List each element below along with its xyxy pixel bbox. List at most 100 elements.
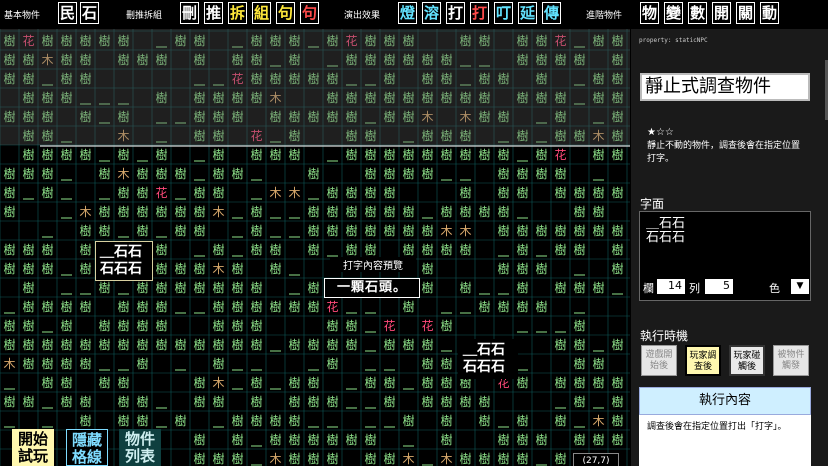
tree-tile: 樹: [22, 243, 34, 257]
tree-tile: 樹: [3, 319, 15, 333]
tree-tile: 樹: [459, 243, 471, 257]
tool-button-delay[interactable]: 延: [518, 2, 537, 24]
tree-tile: 樹: [22, 300, 34, 314]
tree-tile: 樹: [307, 433, 319, 447]
tool-button-dissolve[interactable]: 溶: [422, 2, 441, 24]
tree-tile: 樹: [364, 148, 376, 162]
tool-button-split[interactable]: 拆: [228, 2, 247, 24]
tree-tile: 樹: [174, 414, 186, 428]
tree-tile: 樹: [212, 243, 224, 257]
tree-tile: 樹: [516, 281, 528, 295]
tree-tile: 樹: [383, 186, 395, 200]
tree-tile: 樹: [3, 186, 15, 200]
tree-tile: 樹: [231, 262, 243, 276]
tool-button-ding[interactable]: 叮: [494, 2, 513, 24]
rock-row: ＿石石: [463, 342, 505, 358]
group-label-edit: 刪推拆組: [126, 11, 163, 21]
tree-tile: 樹: [250, 243, 262, 257]
tool-button-number[interactable]: 數: [688, 2, 707, 24]
hide-grid-button[interactable]: 隱藏 格線: [66, 429, 108, 466]
tool-button-move[interactable]: 動: [760, 2, 779, 24]
tree-tile: 樹: [592, 376, 604, 390]
trigger-game-start[interactable]: 遊戲開 始後: [641, 345, 677, 376]
tree-tile: 樹: [212, 357, 224, 371]
start-playtest-button[interactable]: 開始 試玩: [12, 429, 54, 466]
game-board[interactable]: 樹花樹樹樹樹樹樹樹樹樹樹樹花樹樹樹樹樹樹樹花樹樹樹樹木樹樹樹樹樹樹樹樹樹樹樹樹樹…: [0, 29, 630, 466]
tool-button-transfer[interactable]: 傳: [542, 2, 561, 24]
tree-tile: 樹: [307, 376, 319, 390]
tree-tile: 樹: [592, 148, 604, 162]
tree-tile: 樹: [402, 338, 414, 352]
tool-button-light[interactable]: 燈: [398, 2, 417, 24]
tree-tile: 樹: [573, 357, 585, 371]
object-list-button[interactable]: 物件 列表: [119, 429, 161, 466]
tool-button-min[interactable]: 民: [58, 2, 77, 24]
tool-button-close[interactable]: 關: [736, 2, 755, 24]
tool-button-type[interactable]: 打: [446, 2, 465, 24]
wood-tile: 木: [117, 167, 129, 181]
tree-tile: 樹: [22, 167, 34, 181]
tree-tile: 樹: [383, 167, 395, 181]
tree-tile: 樹: [326, 205, 338, 219]
color-select[interactable]: ▼: [791, 279, 809, 294]
tool-button-type-red[interactable]: 打: [470, 2, 489, 24]
tool-button-push[interactable]: 推: [204, 2, 223, 24]
trigger-player-touch[interactable]: 玩家碰 觸後: [729, 345, 765, 376]
tool-button-sentence[interactable]: 句: [276, 2, 295, 24]
tree-tile: 樹: [174, 167, 186, 181]
tree-tile: 樹: [136, 167, 148, 181]
tree-tile: 樹: [440, 357, 452, 371]
tree-tile: 樹: [421, 224, 433, 238]
tool-button-combine[interactable]: 組: [252, 2, 271, 24]
tree-tile: 樹: [212, 300, 224, 314]
tree-tile: 樹: [193, 452, 205, 466]
tree-tile: 樹: [573, 319, 585, 333]
tool-button-delete[interactable]: 刪: [180, 2, 199, 24]
tree-tile: 樹: [383, 205, 395, 219]
trigger-by-object[interactable]: 被物件 觸發: [773, 345, 809, 376]
tool-button-variable[interactable]: 變: [664, 2, 683, 24]
tree-tile: 樹: [60, 376, 72, 390]
tool-button-open[interactable]: 開: [712, 2, 731, 24]
tree-tile: 樹: [250, 281, 262, 295]
tool-button-sentence-red[interactable]: 句: [300, 2, 319, 24]
tree-tile: 樹: [307, 205, 319, 219]
tree-tile: 樹: [497, 262, 509, 276]
tree-tile: 樹: [440, 395, 452, 409]
tree-tile: 樹: [611, 376, 623, 390]
tree-tile: 樹: [402, 224, 414, 238]
tree-tile: 樹: [231, 452, 243, 466]
tree-tile: 樹: [516, 243, 528, 257]
rock-block-left[interactable]: ＿石石 石石石: [95, 241, 153, 281]
tree-tile: 樹: [155, 338, 167, 352]
tree-tile: 樹: [516, 167, 528, 181]
tool-button-object[interactable]: 物: [640, 2, 659, 24]
tree-tile: 樹: [516, 452, 528, 466]
tree-tile: 樹: [250, 338, 262, 352]
glyph-line-1: ＿石石: [646, 216, 686, 231]
tree-tile: 樹: [478, 395, 490, 409]
tool-button-rock[interactable]: 石: [80, 2, 99, 24]
tree-tile: 樹: [288, 338, 300, 352]
tree-tile: 樹: [212, 319, 224, 333]
tree-tile: 樹: [459, 281, 471, 295]
tree-tile: 樹: [345, 319, 357, 333]
tree-tile: 樹: [516, 262, 528, 276]
typing-preview-title: 打字內容預覽: [330, 257, 416, 272]
tree-tile: 樹: [440, 319, 452, 333]
tree-tile: 樹: [611, 186, 623, 200]
column-input[interactable]: 14: [657, 279, 685, 294]
row-label: 列: [689, 282, 700, 295]
tree-tile: 樹: [79, 414, 91, 428]
trigger-player-investigate[interactable]: 玩家調 查後: [685, 345, 721, 376]
object-type-title: 靜止式調查物件: [640, 73, 810, 101]
row-input[interactable]: 5: [705, 279, 733, 294]
tree-tile: 樹: [364, 376, 376, 390]
rock-block-right[interactable]: ＿石石 石石石: [458, 339, 518, 379]
tree-tile: 樹: [516, 300, 528, 314]
glyph-line-2: 石石石: [646, 230, 686, 245]
tree-tile: 樹: [307, 243, 319, 257]
tree-tile: 樹: [592, 205, 604, 219]
tree-tile: 樹: [478, 148, 490, 162]
tree-tile: 樹: [193, 262, 205, 276]
